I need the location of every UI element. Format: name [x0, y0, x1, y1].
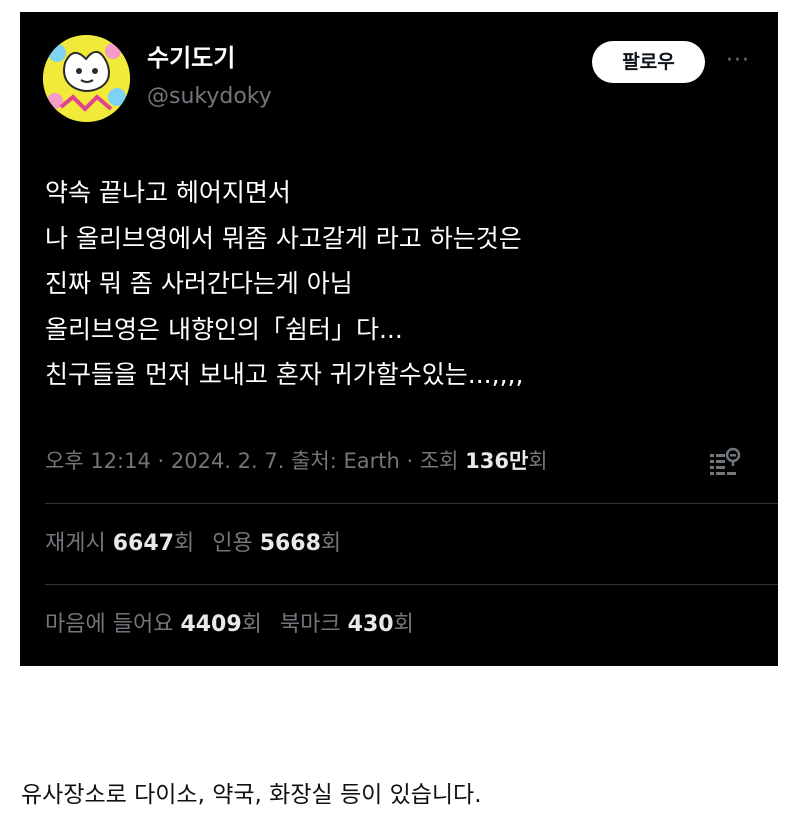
quotes-count: 5668: [259, 531, 321, 556]
tweet-card: 수기도기 @sukydoky 팔로우 ··· 약속 끝나고 헤어지면서 나 올리…: [20, 12, 778, 666]
tweet-text-line: 나 올리브영에서 뭐좀 사고갈게 라고 하는것은: [45, 223, 522, 253]
engagement-row-likes-bookmarks: 마음에 들어요 4409회 북마크 430회: [45, 610, 432, 640]
timestamp-source-text[interactable]: 오후 12:14 · 2024. 2. 7. 출처: Earth · 조회: [45, 449, 465, 473]
bookmarks-unit: 회: [393, 612, 414, 637]
views-unit: 회: [528, 449, 548, 473]
reposts-count: 6647: [112, 531, 174, 556]
divider: [45, 503, 778, 504]
reposts-unit: 회: [173, 531, 195, 556]
quotes-unit: 회: [320, 531, 342, 556]
caption-text: 유사장소로 다이소, 약국, 화장실 등이 있습니다.: [21, 782, 482, 808]
tweet-metadata: 오후 12:14 · 2024. 2. 7. 출처: Earth · 조회 13…: [45, 446, 548, 476]
likes-stat[interactable]: 마음에 들어요 4409회: [45, 610, 262, 640]
user-handle[interactable]: @sukydoky: [147, 82, 272, 112]
more-icon[interactable]: ···: [722, 45, 754, 77]
bookmarks-count: 430: [347, 612, 394, 637]
divider: [45, 584, 778, 585]
avatar-image: [43, 35, 130, 122]
reposts-label: 재게시: [45, 531, 113, 556]
tweet-text-line: 진짜 뭐 좀 사러간다는게 아님: [45, 269, 353, 298]
avatar[interactable]: [43, 35, 130, 122]
tweet-text: 약속 끝나고 헤어지면서 나 올리브영에서 뭐좀 사고갈게 라고 하는것은 진짜…: [45, 170, 765, 398]
analytics-icon[interactable]: [706, 444, 742, 480]
follow-button[interactable]: 팔로우: [592, 41, 705, 83]
likes-count: 4409: [180, 612, 242, 637]
likes-unit: 회: [241, 612, 262, 637]
views-count: 136만: [465, 449, 529, 473]
tweet-text-line: 친구들을 먼저 보내고 혼자 귀가할수있는...,,,,: [45, 360, 524, 389]
quotes-stat[interactable]: 인용 5668회: [212, 529, 341, 559]
likes-label: 마음에 들어요: [45, 612, 181, 637]
reposts-stat[interactable]: 재게시 6647회: [45, 529, 194, 559]
tweet-text-line: 약속 끝나고 헤어지면서: [45, 178, 291, 207]
bookmarks-stat[interactable]: 북마크 430회: [280, 610, 414, 640]
engagement-row-reposts-quotes: 재게시 6647회 인용 5668회: [45, 529, 359, 559]
display-name[interactable]: 수기도기: [147, 42, 235, 74]
quotes-label: 인용: [212, 531, 260, 556]
tweet-text-line: 올리브영은 내향인의「쉼터」다...: [45, 314, 403, 344]
bookmarks-label: 북마크: [279, 612, 348, 637]
